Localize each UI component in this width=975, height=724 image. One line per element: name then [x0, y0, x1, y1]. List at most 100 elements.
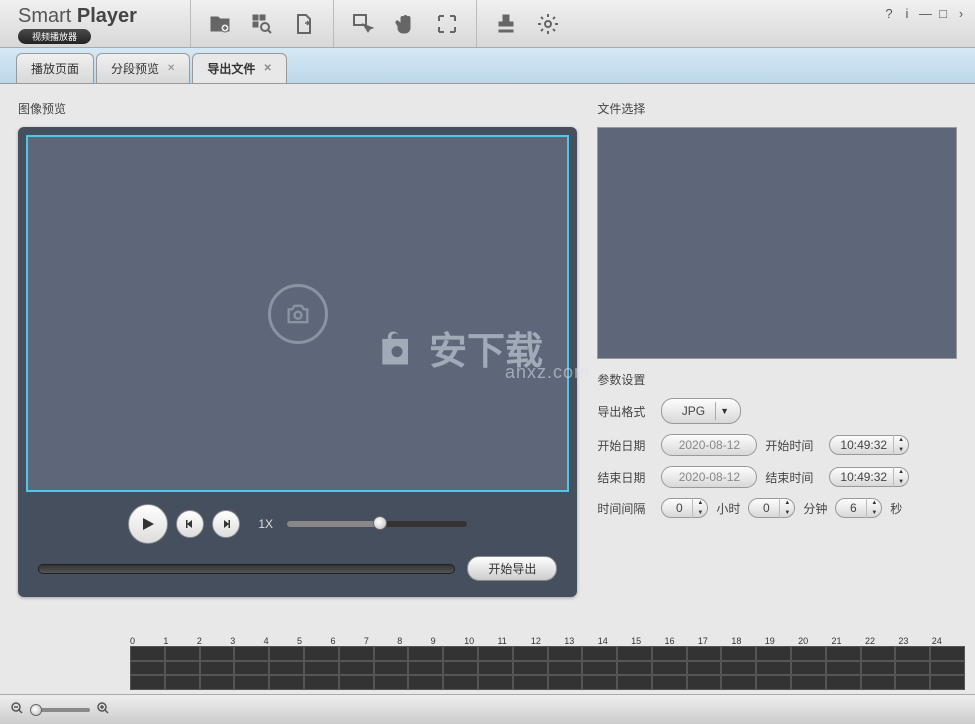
tab-close-icon[interactable]: ✕	[167, 63, 175, 74]
spin-up-icon[interactable]: ▲	[780, 498, 794, 508]
maximize-icon[interactable]: □	[937, 6, 949, 21]
close-icon[interactable]: ›	[955, 6, 967, 21]
select-icon[interactable]	[346, 7, 380, 41]
spin-up-icon[interactable]: ▲	[894, 467, 908, 477]
start-time-spinner[interactable]: 10:49:32 ▲▼	[829, 435, 909, 455]
end-time-spinner[interactable]: 10:49:32 ▲▼	[829, 467, 909, 487]
hours-spinner[interactable]: 0 ▲▼	[661, 498, 708, 518]
timeline-tick: 2	[197, 636, 230, 646]
app-subtitle-badge: 视频播放器	[18, 29, 91, 44]
spin-down-icon[interactable]: ▼	[894, 445, 908, 455]
timeline-tick: 5	[297, 636, 330, 646]
tab-label: 分段预览	[111, 60, 159, 77]
logo: Smart Player 视频播放器	[0, 3, 190, 44]
start-export-button[interactable]: 开始导出	[467, 556, 557, 581]
app-title: Smart Player	[18, 5, 137, 28]
timeline-tick: 12	[531, 636, 564, 646]
spin-down-icon[interactable]: ▼	[780, 508, 794, 518]
main-content: 图像预览 1X	[0, 84, 975, 624]
spin-down-icon[interactable]: ▼	[693, 508, 707, 518]
seconds-unit: 秒	[890, 500, 902, 517]
format-value: JPG	[682, 404, 705, 418]
tab-segment-preview[interactable]: 分段预览 ✕	[96, 53, 190, 83]
spin-down-icon[interactable]: ▼	[867, 508, 881, 518]
step-back-button[interactable]	[176, 510, 204, 538]
info-icon[interactable]: i	[901, 6, 913, 21]
playback-controls: 1X	[26, 492, 569, 552]
start-date-label: 开始日期	[597, 437, 653, 454]
tab-export-file[interactable]: 导出文件 ✕	[192, 53, 286, 83]
seconds-spinner[interactable]: 6 ▲▼	[835, 498, 882, 518]
fullscreen-icon[interactable]	[430, 7, 464, 41]
timeline-tick: 10	[464, 636, 497, 646]
zoom-in-icon[interactable]	[96, 701, 110, 718]
tabs-row: 播放页面 分段预览 ✕ 导出文件 ✕	[0, 48, 975, 84]
spin-up-icon[interactable]: ▲	[894, 435, 908, 445]
spin-up-icon[interactable]: ▲	[867, 498, 881, 508]
end-date-field[interactable]: 2020-08-12	[661, 466, 757, 488]
left-panel: 图像预览 1X	[18, 100, 577, 614]
timeline-tick: 6	[330, 636, 363, 646]
timeline-tick: 23	[898, 636, 931, 646]
camera-icon	[268, 284, 328, 344]
timeline-tick: 22	[865, 636, 898, 646]
gear-icon[interactable]	[531, 7, 565, 41]
file-select-box[interactable]	[597, 127, 957, 359]
timeline-tick: 4	[264, 636, 297, 646]
search-icon[interactable]	[245, 7, 279, 41]
hand-icon[interactable]	[388, 7, 422, 41]
timeline-tick: 17	[698, 636, 731, 646]
timeline-tick: 8	[397, 636, 430, 646]
speed-label: 1X	[258, 517, 273, 531]
spin-down-icon[interactable]: ▼	[894, 477, 908, 487]
timeline-tick: 15	[631, 636, 664, 646]
zoom-slider[interactable]	[30, 708, 90, 712]
step-forward-button[interactable]	[212, 510, 240, 538]
timeline-tick: 18	[731, 636, 764, 646]
format-label: 导出格式	[597, 403, 653, 420]
slider-thumb[interactable]	[373, 516, 387, 530]
stamp-icon[interactable]	[489, 7, 523, 41]
timeline-tick: 16	[665, 636, 698, 646]
end-date-label: 结束日期	[597, 469, 653, 486]
timeline-tick: 14	[598, 636, 631, 646]
preview-screen[interactable]	[26, 135, 569, 492]
timeline-tick: 24	[932, 636, 965, 646]
start-time-value: 10:49:32	[840, 438, 887, 452]
export-icon[interactable]	[287, 7, 321, 41]
timeline-tick: 11	[497, 636, 530, 646]
minutes-spinner[interactable]: 0 ▲▼	[748, 498, 795, 518]
end-time-value: 10:49:32	[840, 470, 887, 484]
add-file-icon[interactable]	[203, 7, 237, 41]
start-date-field[interactable]: 2020-08-12	[661, 434, 757, 456]
chevron-down-icon: ▼	[715, 402, 733, 420]
play-button[interactable]	[128, 504, 168, 544]
end-time-label: 结束时间	[765, 469, 821, 486]
help-icon[interactable]: ?	[883, 6, 895, 21]
preview-container: 1X 开始导出	[18, 127, 577, 597]
tab-label: 播放页面	[31, 60, 79, 77]
end-date-value: 2020-08-12	[679, 470, 740, 484]
interval-label: 时间间隔	[597, 500, 653, 517]
file-select-label: 文件选择	[597, 100, 957, 117]
minimize-icon[interactable]: —	[919, 6, 931, 21]
seconds-value: 6	[846, 501, 860, 515]
timeline-tick: 13	[564, 636, 597, 646]
timeline-tick: 0	[130, 636, 163, 646]
tab-playback[interactable]: 播放页面	[16, 53, 94, 83]
timeline-tick: 20	[798, 636, 831, 646]
timeline: 0123456789101112131415161718192021222324	[130, 636, 965, 690]
timeline-grid[interactable]	[130, 646, 965, 690]
export-progress-row: 开始导出	[26, 552, 569, 589]
zoom-slider-thumb[interactable]	[30, 704, 42, 716]
start-date-value: 2020-08-12	[679, 438, 740, 452]
format-dropdown[interactable]: JPG ▼	[661, 398, 741, 424]
toolbar	[190, 0, 577, 47]
params-section: 参数设置 导出格式 JPG ▼ 开始日期 2020-08-12 开始时间 10:…	[597, 371, 957, 518]
spin-up-icon[interactable]: ▲	[693, 498, 707, 508]
speed-slider[interactable]	[287, 521, 467, 527]
zoom-out-icon[interactable]	[10, 701, 24, 718]
right-panel: 文件选择 参数设置 导出格式 JPG ▼ 开始日期 2020-08-12 开始时…	[597, 100, 957, 614]
tab-close-icon[interactable]: ✕	[263, 63, 271, 74]
progress-bar	[38, 564, 455, 574]
